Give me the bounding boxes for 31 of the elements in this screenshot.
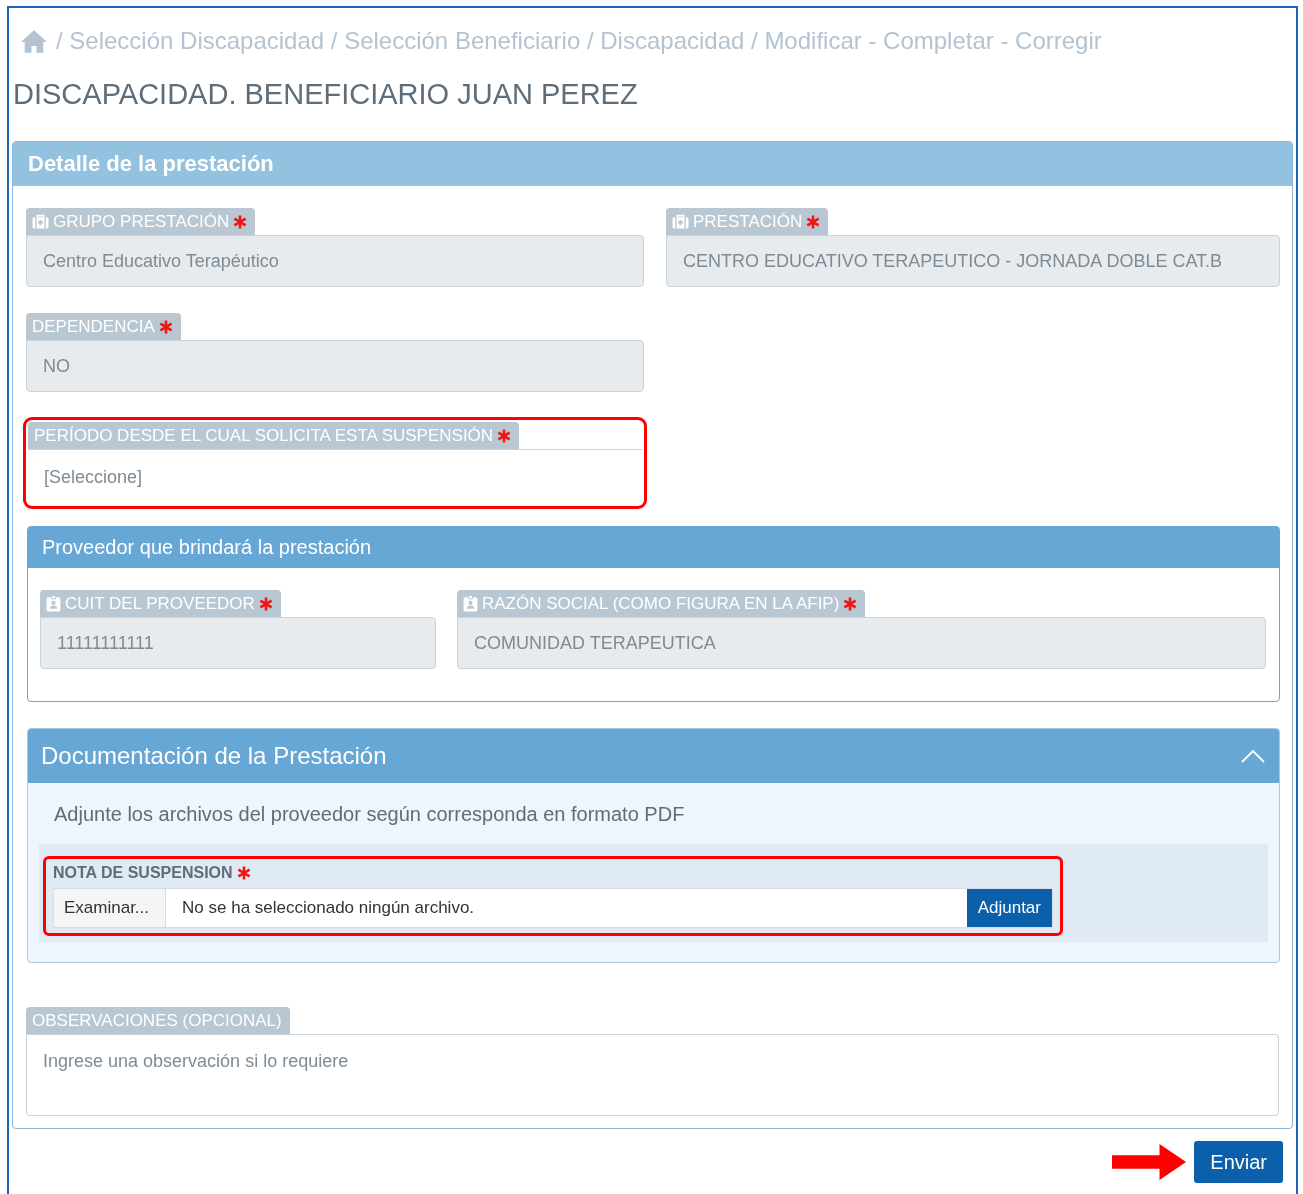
input-field[interactable]: Centro Educativo Terapéutico	[26, 235, 644, 287]
chevron-up-icon[interactable]	[1241, 749, 1265, 763]
id-badge-icon	[46, 595, 61, 612]
field-label: RAZÓN SOCIAL (COMO FIGURA EN LA AFIP)	[457, 590, 866, 617]
file-input[interactable]: Examinar... No se ha seleccionado ningún archivo. Adjuntar	[53, 888, 1053, 928]
notes-field[interactable]: Ingrese una observación si lo requiere	[26, 1034, 1279, 1116]
field-label: DEPENDENCIA	[26, 313, 181, 340]
field-label: GRUPO PRESTACIÓN	[26, 208, 256, 235]
page-title: DISCAPACIDAD. BENEFICIARIO JUAN PEREZ	[13, 78, 639, 111]
input-field[interactable]: CENTRO EDUCATIVO TERAPEUTICO - JORNADA DOBLE CAT.B	[666, 235, 1280, 287]
submit-button[interactable]: Enviar	[1194, 1141, 1283, 1183]
instruction-text: Adjunte los archivos del proveedor según corresponda en formato PDF	[53, 802, 686, 827]
attach-button[interactable]: Adjuntar	[966, 889, 1052, 927]
panel-header: Proveedor que brindará la prestación	[28, 527, 1279, 568]
upload-label: NOTA DE SUSPENSION	[53, 864, 233, 882]
input-field[interactable]: NO	[26, 340, 644, 392]
field-label: PERÍODO DESDE EL CUAL SOLICITA ESTA SUSPENSIÓN	[28, 422, 520, 449]
breadcrumb[interactable]: / Selección Discapacidad / Selección Beneficiario / Discapacidad / Modificar - Completar - Corregir	[56, 27, 1102, 55]
panel-header[interactable]: Documentación de la Prestación	[28, 729, 1279, 783]
panel-header: Detalle de la prestación	[13, 142, 1292, 186]
browse-button[interactable]: Examinar...	[54, 889, 167, 927]
field-label: CUIT DEL PROVEEDOR	[40, 590, 281, 617]
medkit-icon	[672, 214, 689, 229]
medkit-icon	[32, 214, 49, 229]
field-label: OBSERVACIONES (OPCIONAL)	[26, 1007, 290, 1034]
input-field[interactable]: COMUNIDAD TERAPEUTICA	[457, 617, 1266, 669]
home-icon[interactable]	[20, 28, 48, 54]
field-label: PRESTACIÓN	[666, 208, 829, 235]
input-field[interactable]: 11111111111	[40, 617, 436, 669]
file-status: No se ha seleccionado ningún archivo.	[181, 897, 476, 919]
id-badge-icon	[463, 595, 478, 612]
